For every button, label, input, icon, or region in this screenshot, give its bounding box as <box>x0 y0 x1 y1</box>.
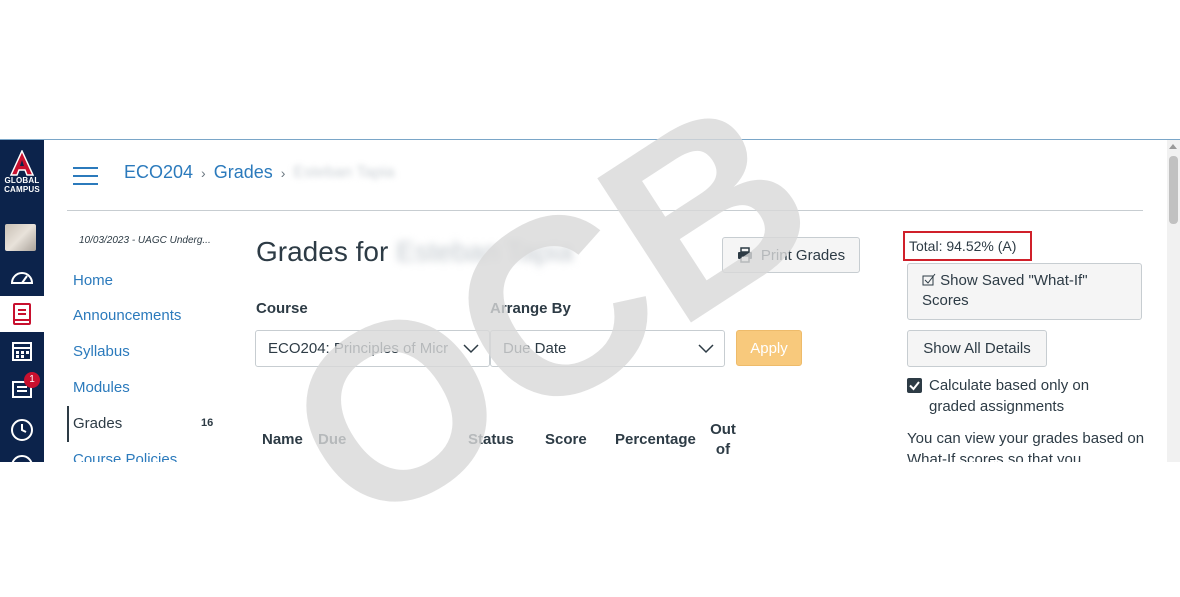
column-header-status[interactable]: Status <box>468 431 514 448</box>
breadcrumb-grades[interactable]: Grades <box>214 162 273 183</box>
breadcrumb-student: Esteban Tapia <box>293 163 395 181</box>
breadcrumb-course[interactable]: ECO204 <box>124 162 193 183</box>
course-label: Course <box>256 300 308 317</box>
show-all-details-button[interactable]: Show All Details <box>907 330 1047 367</box>
history-nav[interactable] <box>0 412 44 448</box>
menu-icon-bar <box>73 175 98 177</box>
course-nav-grades[interactable]: Grades <box>73 415 122 432</box>
apply-button[interactable]: Apply <box>736 330 802 366</box>
course-term: 10/03/2023 - UAGC Underg... <box>79 235 211 246</box>
course-nav-course-policies[interactable]: Course Policies <box>73 451 177 462</box>
column-header-due[interactable]: Due <box>318 431 346 448</box>
chevron-down-icon <box>698 331 716 366</box>
dashboard-icon <box>10 272 34 284</box>
clock-icon <box>11 419 33 441</box>
calculate-graded-only-checkbox[interactable] <box>907 378 922 393</box>
help-icon <box>11 455 33 462</box>
course-nav-modules[interactable]: Modules <box>73 379 130 396</box>
show-what-if-label: Show Saved "What-If" Scores <box>922 272 1088 309</box>
calendar-nav[interactable] <box>0 333 44 369</box>
column-header-score[interactable]: Score <box>545 431 587 448</box>
inbox-nav[interactable]: 1 <box>0 370 44 406</box>
breadcrumb-separator-icon: › <box>280 164 286 181</box>
course-nav-home[interactable]: Home <box>73 272 113 289</box>
grades-count-badge: 16 <box>201 417 214 429</box>
breadcrumb: ECO204 › Grades › Esteban Tapia <box>124 162 395 183</box>
inbox-badge: 1 <box>24 372 40 388</box>
user-avatar[interactable] <box>5 224 36 251</box>
page-scrollbar[interactable] <box>1167 140 1180 462</box>
logo-text: GLOBAL CAMPUS <box>4 176 40 194</box>
breadcrumb-separator-icon: › <box>201 164 206 181</box>
what-if-help-text: You can view your grades based on What-I… <box>907 430 1145 462</box>
help-nav[interactable] <box>0 448 44 462</box>
page-title-prefix: Grades for <box>256 236 389 267</box>
dashboard-nav[interactable] <box>0 260 44 296</box>
scroll-up-arrow-icon[interactable] <box>1169 144 1177 149</box>
arrange-by-select[interactable]: Due Date <box>490 330 725 367</box>
calculate-graded-only-label: Calculate based only on graded assignmen… <box>929 377 1090 415</box>
course-select[interactable]: ECO204: Principles of Micr <box>255 330 490 367</box>
menu-icon-bar <box>73 167 98 169</box>
column-header-out-of[interactable]: Out of <box>708 420 738 460</box>
what-if-icon <box>922 273 936 286</box>
print-grades-button[interactable]: Print Grades <box>722 237 860 273</box>
global-nav: GLOBAL CAMPUS 1 <box>0 140 44 462</box>
column-header-name[interactable]: Name <box>262 431 303 448</box>
show-what-if-scores-button[interactable]: Show Saved "What-If" Scores <box>907 263 1142 320</box>
total-grade: Total: 94.52% (A) <box>903 231 1032 261</box>
menu-toggle-button[interactable] <box>73 167 98 185</box>
checkmark-icon <box>909 381 920 391</box>
column-header-percentage[interactable]: Percentage <box>615 431 696 448</box>
arrange-by-value: Due Date <box>503 340 567 357</box>
arrange-by-label: Arrange By <box>490 300 571 317</box>
course-nav-announcements[interactable]: Announcements <box>73 307 181 324</box>
course-nav-syllabus[interactable]: Syllabus <box>73 343 130 360</box>
book-icon <box>13 303 31 325</box>
page-title-student: Esteban Tapia <box>396 236 574 267</box>
menu-icon-bar <box>73 183 98 185</box>
course-select-value: ECO204: Principles of Micr <box>268 340 449 357</box>
calendar-icon <box>12 342 32 361</box>
arizona-a-icon <box>9 150 35 176</box>
printer-icon <box>737 247 752 263</box>
university-logo[interactable]: GLOBAL CAMPUS <box>0 150 44 194</box>
page-title: Grades for Esteban Tapia <box>256 236 573 268</box>
chevron-down-icon <box>463 331 481 366</box>
courses-nav[interactable] <box>0 296 44 332</box>
active-nav-indicator <box>67 406 69 442</box>
header-divider <box>67 210 1143 211</box>
app-window: GLOBAL CAMPUS 1 ECO204 › Grades › Esteba… <box>0 139 1180 462</box>
scrollbar-thumb[interactable] <box>1169 156 1178 224</box>
print-grades-label: Print Grades <box>760 246 846 264</box>
